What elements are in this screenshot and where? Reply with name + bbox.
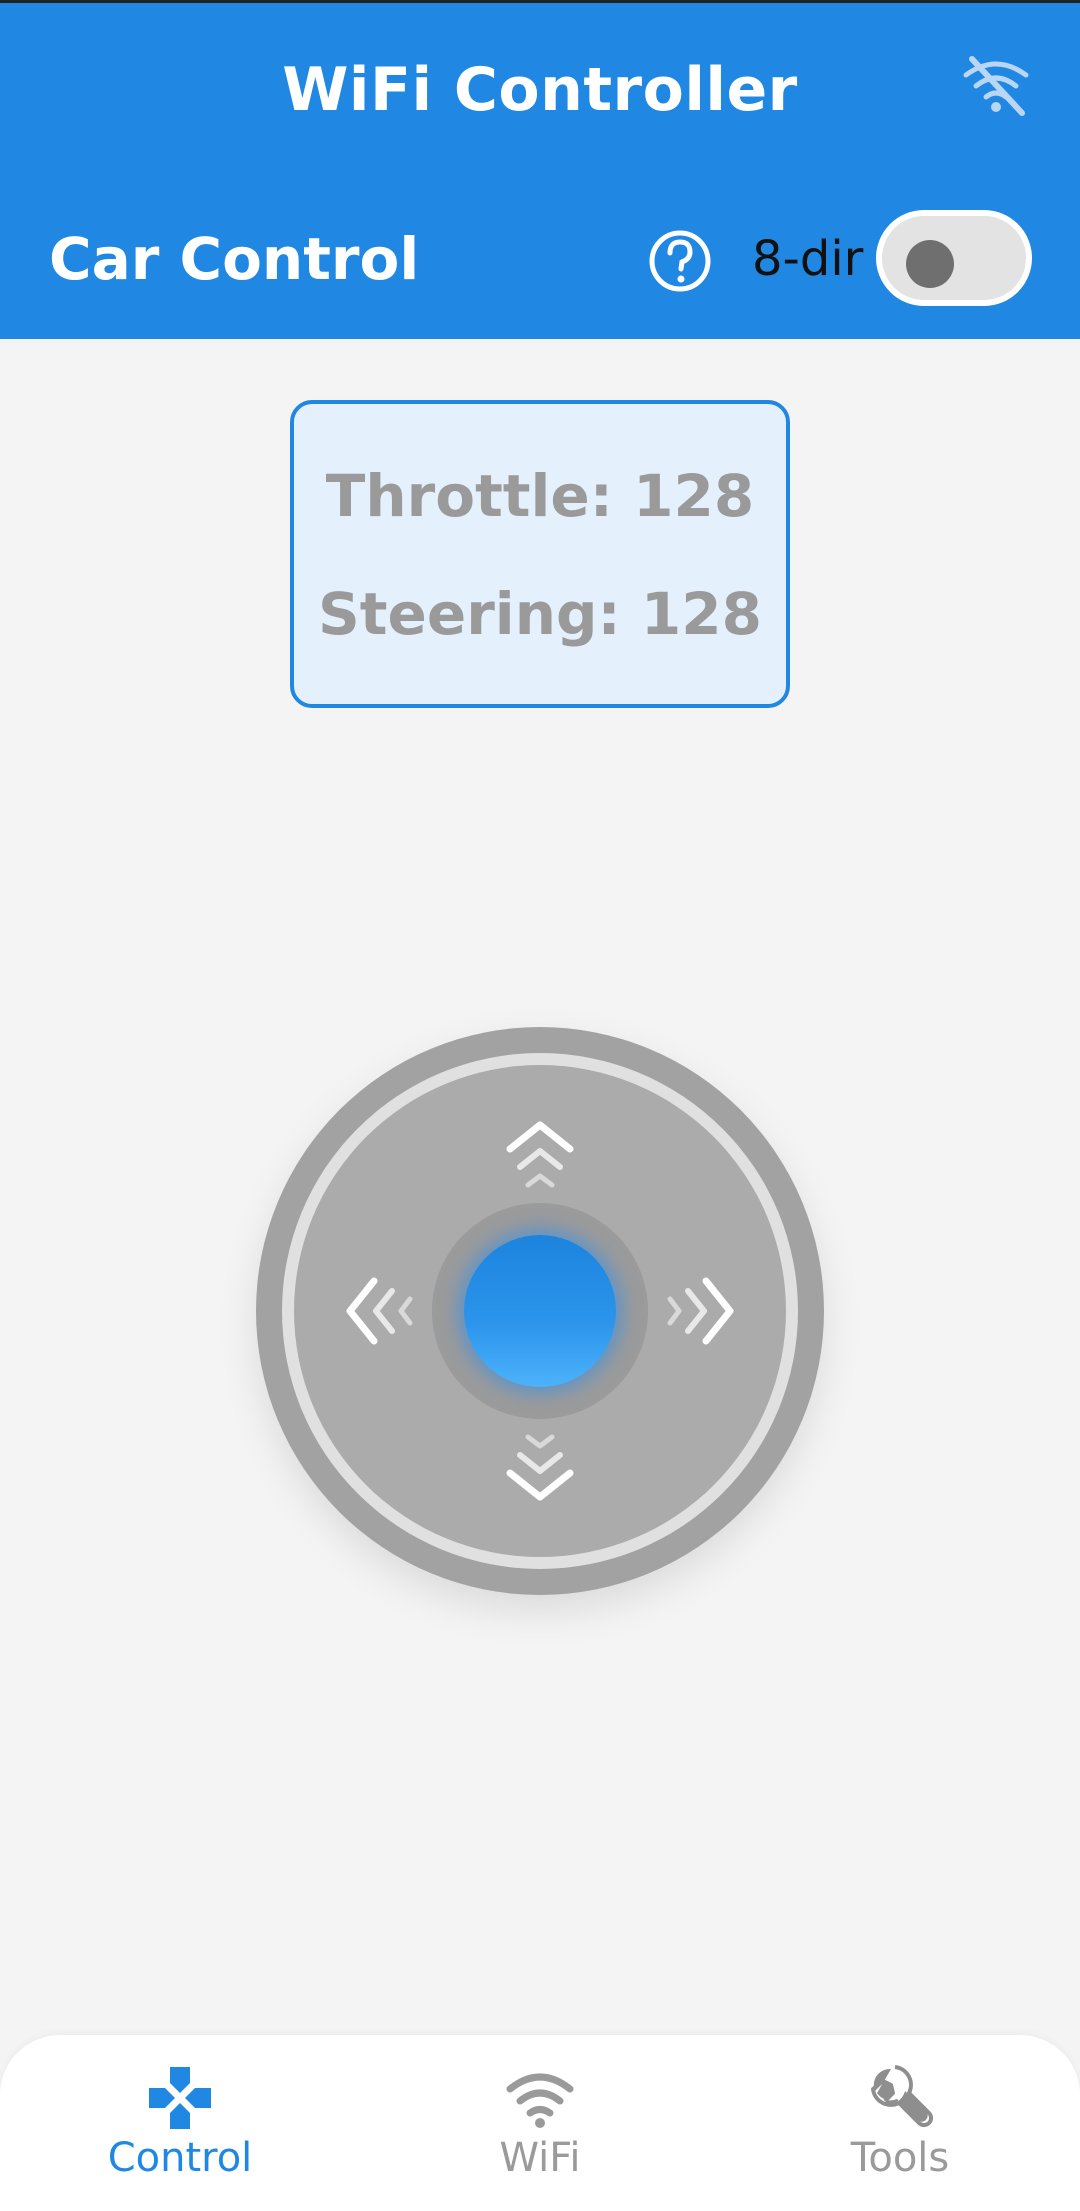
joystick[interactable] xyxy=(256,1027,824,1595)
section-title: Car Control xyxy=(49,225,420,293)
gamepad-icon xyxy=(145,2063,215,2133)
chevrons-left-icon xyxy=(344,1277,420,1345)
joystick-knob[interactable] xyxy=(464,1235,616,1387)
throttle-value: Throttle: 128 xyxy=(325,462,755,530)
nav-tab-wifi[interactable]: WiFi xyxy=(360,2035,720,2211)
nav-tab-control[interactable]: Control xyxy=(0,2035,360,2211)
bottom-navigation: Control WiFi Tools xyxy=(0,2035,1080,2211)
nav-label-wifi: WiFi xyxy=(499,2135,581,2181)
chevrons-down-icon xyxy=(506,1427,574,1503)
nav-label-tools: Tools xyxy=(850,2135,950,2181)
readout-panel: Throttle: 128 Steering: 128 xyxy=(290,400,790,708)
chevrons-up-icon xyxy=(506,1119,574,1195)
eight-direction-toggle[interactable] xyxy=(876,210,1032,306)
steering-value: Steering: 128 xyxy=(318,580,762,648)
mode-label: 8-dir xyxy=(752,231,864,287)
app-header: WiFi Controller Car Control 8-dir xyxy=(0,3,1080,339)
chevrons-right-icon xyxy=(660,1277,736,1345)
nav-label-control: Control xyxy=(107,2135,253,2181)
nav-tab-tools[interactable]: Tools xyxy=(720,2035,1080,2211)
app-title: WiFi Controller xyxy=(282,55,798,125)
help-circle-icon[interactable] xyxy=(648,229,712,293)
wrench-icon xyxy=(865,2063,935,2133)
toggle-knob xyxy=(906,240,954,288)
wifi-off-icon[interactable] xyxy=(960,55,1032,117)
wifi-icon xyxy=(505,2063,575,2133)
